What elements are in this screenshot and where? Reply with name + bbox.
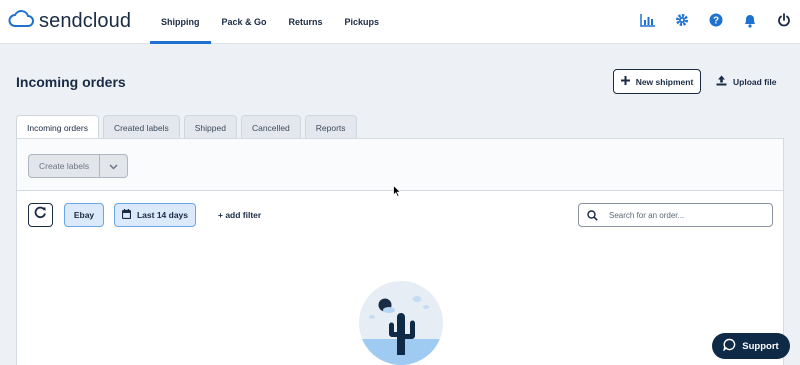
nav-icon-group: ? (640, 12, 792, 28)
top-navbar: sendcloud Shipping Pack & Go Returns Pic… (0, 0, 800, 44)
upload-file-label: Upload file (733, 76, 777, 87)
power-icon[interactable] (776, 12, 792, 28)
refresh-button[interactable] (28, 203, 53, 227)
support-label: Support (742, 340, 779, 352)
mouse-cursor (393, 184, 402, 202)
help-icon[interactable]: ? (708, 12, 724, 28)
upload-icon (716, 75, 727, 88)
upload-file-button[interactable]: Upload file (716, 69, 776, 94)
create-labels-dropdown[interactable] (100, 155, 127, 177)
tab-cancelled[interactable]: Cancelled (240, 115, 301, 139)
orders-panel: Create labels Ebay Last 14 days + add fi… (16, 138, 784, 365)
nav-pack-and-go[interactable]: Pack & Go (211, 0, 278, 44)
svg-text:?: ? (713, 16, 719, 27)
create-labels-button[interactable]: Create labels (29, 155, 101, 177)
order-search (578, 203, 773, 227)
chevron-down-icon (109, 157, 118, 175)
nav-returns[interactable]: Returns (278, 0, 334, 44)
create-labels-split-button: Create labels (28, 154, 129, 178)
sendcloud-logo[interactable]: sendcloud (8, 10, 131, 33)
integration-filter-chip[interactable]: Ebay (64, 203, 104, 227)
empty-state-illustration (359, 281, 443, 365)
add-filter-button[interactable]: + add filter (218, 203, 261, 227)
cloud-logo-icon (8, 10, 34, 33)
page-title: Incoming orders (16, 74, 126, 90)
refresh-icon (34, 206, 47, 224)
filter-bar: Ebay Last 14 days + add filter (17, 202, 783, 228)
calendar-icon (121, 209, 132, 221)
main-nav: Shipping Pack & Go Returns Pickups (150, 0, 390, 44)
order-tabs: Incoming orders Created labels Shipped C… (16, 115, 357, 140)
gear-icon[interactable] (674, 12, 690, 28)
analytics-icon[interactable] (640, 12, 656, 28)
tab-reports[interactable]: Reports (304, 115, 357, 139)
search-input[interactable] (605, 210, 765, 220)
date-range-label: Last 14 days (136, 210, 189, 220)
search-icon (579, 209, 605, 221)
nav-pickups[interactable]: Pickups (334, 0, 391, 44)
chat-bubble-icon (723, 338, 736, 354)
support-chat-button[interactable]: Support (712, 333, 790, 359)
new-shipment-button[interactable]: New shipment (613, 69, 701, 94)
brand-name: sendcloud (39, 10, 132, 32)
date-range-filter-chip[interactable]: Last 14 days (114, 203, 196, 227)
tab-incoming-orders[interactable]: Incoming orders (16, 115, 99, 140)
tab-created-labels[interactable]: Created labels (102, 115, 180, 139)
bell-icon[interactable] (742, 12, 758, 28)
plus-icon (620, 76, 630, 87)
tab-shipped[interactable]: Shipped (183, 115, 237, 139)
nav-shipping[interactable]: Shipping (150, 0, 211, 44)
new-shipment-label: New shipment (635, 76, 694, 87)
